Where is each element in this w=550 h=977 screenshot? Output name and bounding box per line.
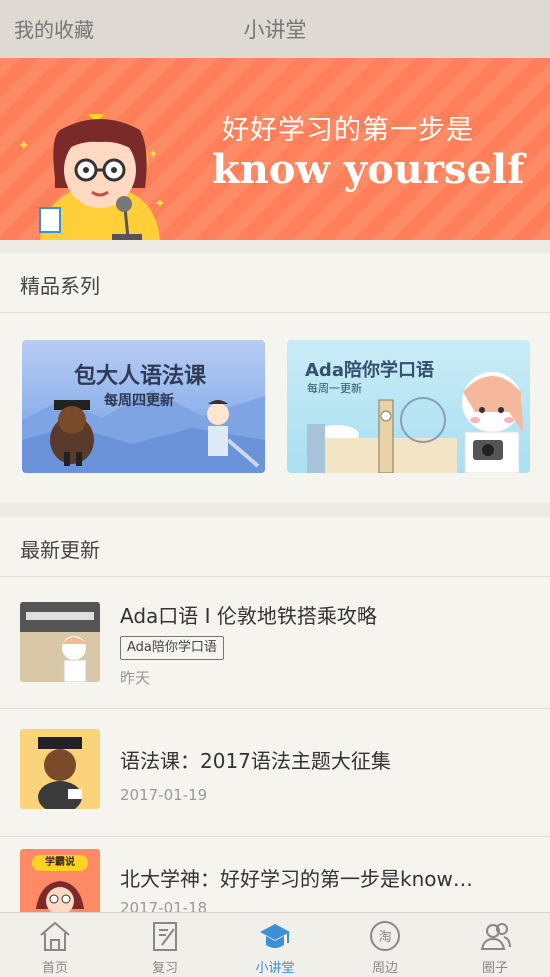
list-item[interactable]: Ada口语 I 伦敦地铁搭乘攻略 Ada陪你学口语 昨天: [0, 578, 550, 709]
svg-text:✦: ✦: [148, 147, 158, 161]
tab-home[interactable]: 首页: [0, 913, 110, 977]
speaking-course-schedule: 每周一更新: [307, 382, 362, 395]
latest-heading: 最新更新: [20, 538, 100, 562]
tab-lecture-hall[interactable]: 小讲堂: [220, 913, 330, 977]
banner-headline: 好好学习的第一步是: [222, 115, 474, 146]
svg-text:✦: ✦: [154, 196, 166, 212]
item-title: Ada口语 I 伦敦地铁搭乘攻略: [120, 604, 377, 628]
item-thumbnail: [20, 729, 100, 809]
item-title: 语法课：2017语法主题大征集: [120, 749, 391, 773]
item-thumbnail: [20, 602, 100, 682]
grammar-course-schedule: 每周四更新: [104, 393, 174, 409]
list-item[interactable]: 语法课：2017语法主题大征集 2017-01-19: [0, 709, 550, 837]
grammar-course-title: 包大人语法课: [74, 364, 207, 389]
grammar-course-card[interactable]: 包大人语法课 每周四更新: [22, 340, 265, 473]
tab-label: 复习: [151, 961, 178, 976]
tab-merch[interactable]: 淘 周边: [330, 913, 440, 977]
people-icon: [480, 923, 511, 950]
svg-text:淘: 淘: [378, 930, 391, 945]
tab-label: 首页: [41, 961, 68, 976]
judge-thumbnail-art: [38, 737, 82, 809]
tab-label: 周边: [371, 961, 398, 976]
notebook-icon: [153, 922, 177, 951]
series-heading: 精品系列: [20, 274, 100, 298]
series-section-header: 精品系列: [0, 253, 550, 313]
item-tag[interactable]: Ada陪你学口语: [120, 636, 224, 660]
section-gap: [0, 240, 550, 253]
thumbnail-badge: 学霸说: [45, 857, 75, 868]
tab-label: 小讲堂: [255, 961, 295, 976]
speaking-course-title: Ada陪你学口语: [305, 360, 434, 381]
item-date: 昨天: [120, 669, 151, 687]
tab-label: 圈子: [481, 961, 508, 976]
item-date: 2017-01-19: [120, 786, 208, 804]
my-favorites-link[interactable]: 我的收藏: [14, 14, 94, 43]
banner-slogan: know yourself: [212, 146, 525, 193]
tab-community[interactable]: 圈子: [440, 913, 550, 977]
tab-review[interactable]: 复习: [110, 913, 220, 977]
svg-text:✦: ✦: [18, 138, 30, 154]
graduation-cap-icon: [260, 924, 290, 948]
item-title: 北大学神：好好学习的第一步是know…: [120, 867, 473, 891]
top-bar: 我的收藏 小讲堂: [0, 0, 550, 58]
speaking-course-card[interactable]: Ada陪你学口语 每周一更新: [287, 340, 530, 473]
banner-girl-illustration: ✦ ✦ ✦: [18, 119, 166, 240]
subway-thumbnail-art: [20, 602, 100, 682]
bottom-tab-bar: 首页 复习 小讲堂 淘 周边 圈子: [0, 912, 550, 977]
latest-section-header: 最新更新: [0, 517, 550, 577]
section-gap: [0, 503, 550, 517]
home-icon: [40, 921, 70, 951]
taobao-icon: 淘: [370, 921, 400, 951]
